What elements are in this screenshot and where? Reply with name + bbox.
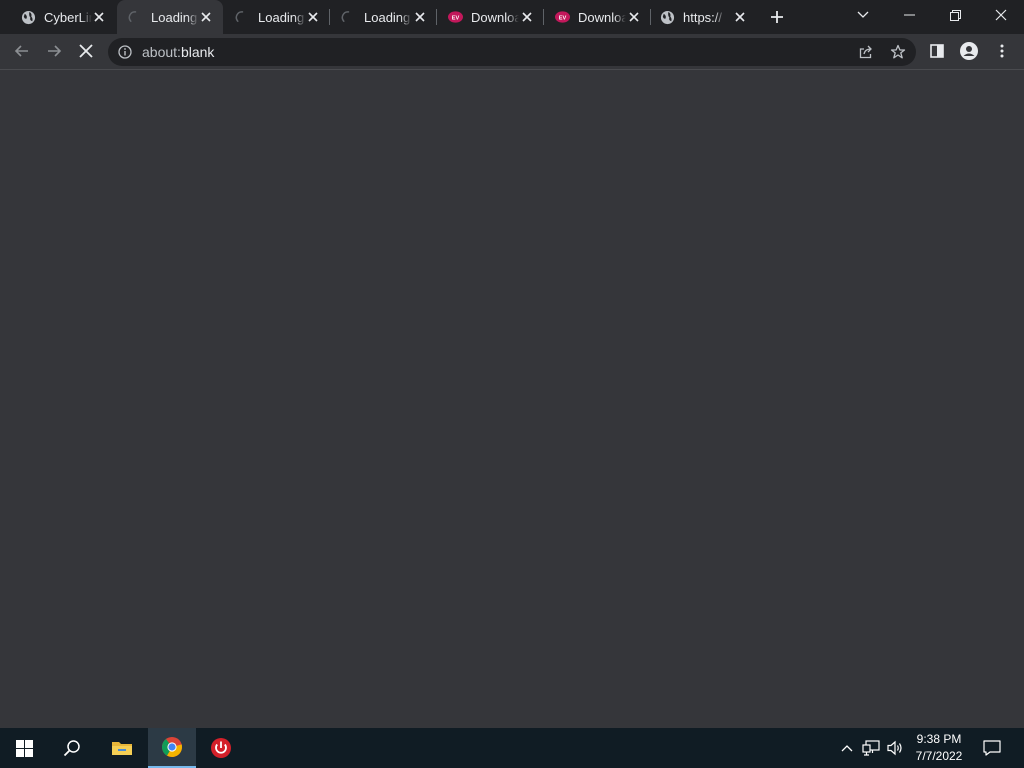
close-tab-icon[interactable] [199,10,213,24]
show-hidden-icons-chevron-icon[interactable] [838,728,856,768]
loading-spinner-icon [341,10,356,25]
share-icon[interactable] [856,42,876,62]
clock-date: 7/7/2022 [915,749,963,763]
more-menu-icon[interactable] [988,37,1016,65]
close-tab-icon[interactable] [733,10,747,24]
network-icon[interactable] [860,728,882,768]
clock-time: 9:38 PM [916,732,962,746]
windows-start-icon[interactable] [0,728,48,768]
forward-button[interactable] [40,37,68,65]
loading-spinner-icon [235,10,250,25]
tab-separator [543,9,544,25]
url-host: blank [180,44,215,60]
new-tab-button[interactable] [766,7,788,27]
stop-loading-button[interactable] [72,37,100,65]
minimize-button[interactable] [886,0,932,30]
tab-download-2[interactable]: EV Download [545,0,651,34]
taskbar: 9:38 PM 7/7/2022 [0,728,1024,768]
tab-title: Loading... [151,9,199,25]
chrome-icon[interactable] [148,728,196,768]
back-button[interactable] [8,37,36,65]
tab-strip: CyberLink Loading... Loading... Loading.… [0,0,1024,34]
tab-separator [650,9,651,25]
tab-title: Loading... [364,9,412,25]
bookmark-star-icon[interactable] [888,42,908,62]
tab-loading-2[interactable]: Loading... [224,0,330,34]
notification-center-icon[interactable] [978,728,1006,768]
browser-toolbar: about:blank [0,34,1024,70]
tab-title: Download [578,9,626,25]
svg-text:EV: EV [559,15,567,21]
power-app-icon[interactable] [197,728,245,768]
loading-spinner-icon [128,10,143,25]
profile-avatar-icon[interactable] [955,37,983,65]
tab-title: Loading... [258,9,306,25]
tab-separator [436,9,437,25]
tab-cyberlink[interactable]: CyberLink [0,0,116,34]
file-explorer-icon[interactable] [98,728,146,768]
search-icon[interactable] [48,728,96,768]
close-tab-icon[interactable] [627,10,641,24]
tab-title: https:// [683,9,723,25]
taskbar-clock[interactable]: 9:38 PM 7/7/2022 [906,731,972,765]
tab-https[interactable]: https:// [652,0,757,34]
volume-icon[interactable] [884,728,906,768]
tab-separator [329,9,330,25]
tab-loading-3[interactable]: Loading... [331,0,437,34]
address-bar[interactable]: about:blank [108,38,916,66]
tab-search-button[interactable] [840,0,886,30]
side-panel-button[interactable] [923,37,951,65]
page-content[interactable] [0,71,1024,728]
tab-title: CyberLink [44,9,92,25]
close-tab-icon[interactable] [92,10,106,24]
tab-download-1[interactable]: EV Download [438,0,544,34]
globe-icon [21,10,36,25]
globe-icon [660,10,675,25]
url-text: about:blank [142,44,214,60]
restore-button[interactable] [932,0,978,30]
close-tab-icon[interactable] [413,10,427,24]
url-scheme: about: [142,44,181,60]
close-window-button[interactable] [978,0,1024,30]
ev-logo-icon: EV [448,10,463,25]
svg-text:EV: EV [452,15,460,21]
tab-loading-active[interactable]: Loading... [117,0,223,34]
tab-title: Download [471,9,519,25]
close-tab-icon[interactable] [306,10,320,24]
ev-logo-icon: EV [555,10,570,25]
info-icon[interactable] [118,45,132,59]
close-tab-icon[interactable] [520,10,534,24]
